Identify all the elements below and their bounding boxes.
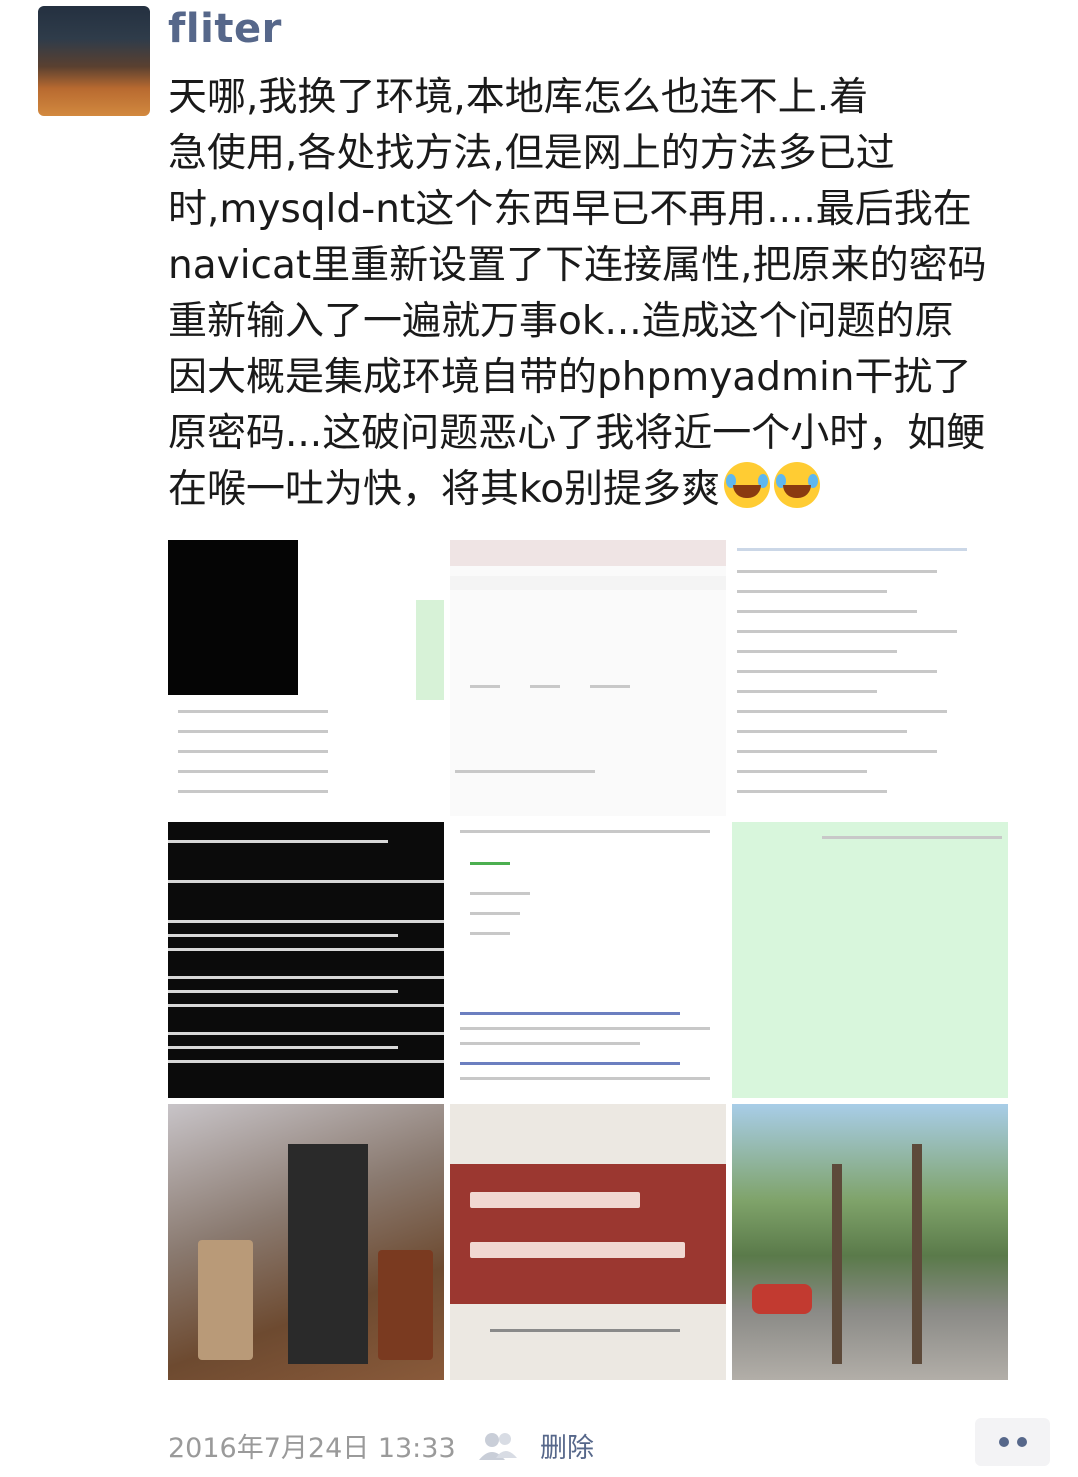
more-dot-icon [1017,1437,1027,1447]
joy-emoji-icon [724,462,771,508]
photo-thumbnail[interactable] [168,540,444,816]
post-body: 天哪,我换了环境,本地库怎么也连不上.着 急使用,各处找方法,但是网上的方法多已… [168,75,987,512]
photo-grid [168,540,1008,1380]
photo-thumbnail[interactable] [450,1104,726,1380]
post-text: 天哪,我换了环境,本地库怎么也连不上.着 急使用,各处找方法,但是网上的方法多已… [168,70,1058,518]
username[interactable]: fliter [168,6,282,52]
photo-thumbnail[interactable] [732,1104,1008,1380]
post-timestamp: 2016年7月24日 13:33 [168,1433,456,1464]
delete-button[interactable]: 删除 [540,1426,594,1465]
photo-thumbnail[interactable] [732,540,1008,816]
photo-thumbnail[interactable] [450,540,726,816]
joy-emoji-icon [774,462,821,508]
photo-thumbnail[interactable] [732,822,1008,1098]
avatar[interactable] [38,6,150,116]
more-dot-icon [999,1437,1009,1447]
photo-thumbnail[interactable] [168,822,444,1098]
friends-visibility-icon[interactable] [478,1430,518,1462]
comment-menu-button[interactable] [975,1418,1050,1466]
photo-thumbnail[interactable] [168,1104,444,1380]
photo-thumbnail[interactable] [450,822,726,1098]
